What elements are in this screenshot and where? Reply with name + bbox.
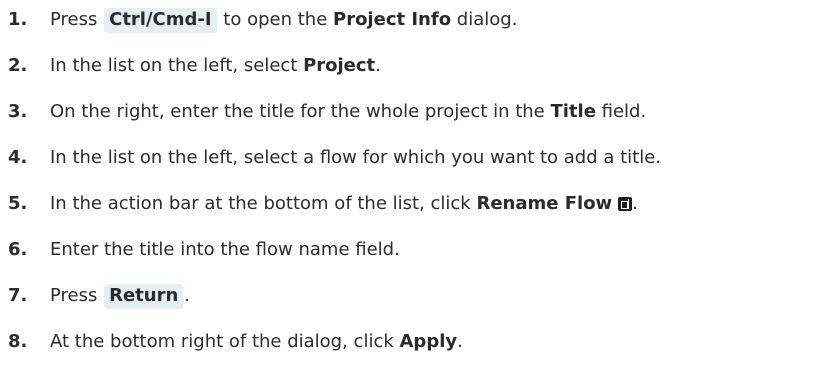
step-text-part: Press bbox=[50, 9, 104, 30]
step-number: 4. bbox=[8, 147, 28, 168]
step-text-part: . bbox=[632, 193, 638, 214]
step-text-part: . bbox=[375, 55, 381, 76]
step-text-part: In the action bar at the bottom of the l… bbox=[50, 193, 477, 214]
step-8: 8. At the bottom right of the dialog, cl… bbox=[0, 322, 813, 362]
ui-element-name: Rename Flow bbox=[476, 193, 613, 214]
step-text-part: dialog. bbox=[451, 9, 518, 30]
step-text: In the action bar at the bottom of the l… bbox=[50, 195, 638, 213]
step-number: 7. bbox=[8, 285, 28, 306]
step-text: On the right, enter the title for the wh… bbox=[50, 103, 646, 121]
rename-flow-icon bbox=[618, 197, 633, 211]
step-number: 5. bbox=[8, 193, 28, 214]
keyboard-shortcut: Return bbox=[104, 283, 184, 309]
step-text-part: On the right, enter the title for the wh… bbox=[50, 101, 551, 122]
step-text-part: field. bbox=[595, 101, 647, 122]
ui-element-name: Title bbox=[550, 101, 596, 122]
step-7: 7. Press Return. bbox=[0, 276, 813, 316]
step-text: Enter the title into the flow name field… bbox=[50, 241, 400, 259]
step-3: 3. On the right, enter the title for the… bbox=[0, 92, 813, 132]
step-number: 8. bbox=[8, 331, 28, 352]
step-number: 3. bbox=[8, 101, 28, 122]
step-text-part: At the bottom right of the dialog, click bbox=[50, 331, 400, 352]
step-number: 6. bbox=[8, 239, 28, 260]
step-1: 1. Press Ctrl/Cmd-I to open the Project … bbox=[0, 0, 813, 40]
step-text-part: Press bbox=[50, 285, 104, 306]
step-text-part: to open the bbox=[217, 9, 333, 30]
keyboard-shortcut: Ctrl/Cmd-I bbox=[104, 7, 217, 33]
step-text-part: In the list on the left, select bbox=[50, 55, 304, 76]
step-text-part: Enter the title into the flow name field… bbox=[50, 239, 400, 260]
ui-element-name: Apply bbox=[399, 331, 458, 352]
step-5: 5. In the action bar at the bottom of th… bbox=[0, 184, 813, 224]
step-number: 2. bbox=[8, 55, 28, 76]
step-4: 4. In the list on the left, select a flo… bbox=[0, 138, 813, 178]
step-text: Press Return. bbox=[50, 283, 191, 309]
step-text: In the list on the left, select Project. bbox=[50, 57, 381, 75]
step-text-part: . bbox=[457, 331, 463, 352]
ui-element-name: Project Info bbox=[333, 9, 452, 30]
ui-element-name: Project bbox=[303, 55, 376, 76]
step-6: 6. Enter the title into the flow name fi… bbox=[0, 230, 813, 270]
step-text: Press Ctrl/Cmd-I to open the Project Inf… bbox=[50, 7, 518, 33]
step-number: 1. bbox=[8, 9, 28, 30]
step-text: At the bottom right of the dialog, click… bbox=[50, 333, 463, 351]
step-text-part: In the list on the left, select a flow f… bbox=[50, 147, 662, 168]
step-text: In the list on the left, select a flow f… bbox=[50, 149, 661, 167]
step-2: 2. In the list on the left, select Proje… bbox=[0, 46, 813, 86]
step-text-part: . bbox=[184, 285, 191, 306]
